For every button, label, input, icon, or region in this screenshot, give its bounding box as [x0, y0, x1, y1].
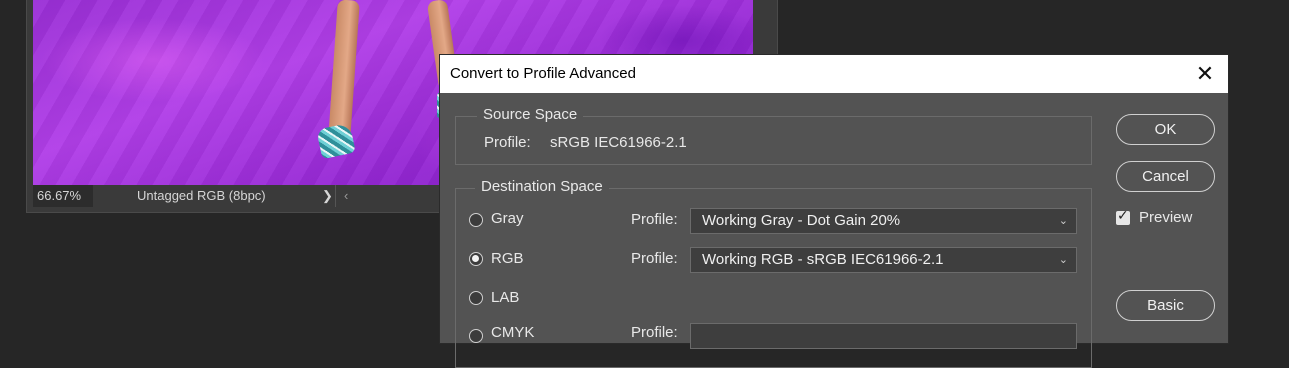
rgb-profile-label: Profile:	[631, 250, 678, 267]
gray-radio-label[interactable]: Gray	[491, 210, 524, 227]
left-leg	[328, 0, 360, 141]
preview-label[interactable]: Preview	[1139, 209, 1192, 226]
gray-profile-select[interactable]: Working Gray - Dot Gain 20% ⌄	[690, 208, 1077, 234]
dialog-title: Convert to Profile Advanced	[450, 65, 636, 82]
cancel-button[interactable]: Cancel	[1116, 161, 1215, 192]
convert-to-profile-dialog: Convert to Profile Advanced ✕ Source Spa…	[439, 54, 1229, 368]
rgb-radio[interactable]	[469, 252, 483, 266]
basic-button[interactable]: Basic	[1116, 290, 1215, 321]
rgb-profile-select[interactable]: Working RGB - sRGB IEC61966-2.1 ⌄	[690, 247, 1077, 273]
cmyk-profile-label: Profile:	[631, 324, 678, 341]
scroll-left-icon[interactable]: ‹	[344, 185, 348, 207]
gray-profile-label: Profile:	[631, 211, 678, 228]
dialog-title-bar: Convert to Profile Advanced ✕	[440, 55, 1228, 93]
gray-radio[interactable]	[469, 213, 483, 227]
chevron-down-icon: ⌄	[1058, 254, 1068, 266]
cmyk-profile-select[interactable]	[690, 323, 1077, 349]
rgb-radio-label[interactable]: RGB	[491, 250, 524, 267]
source-profile-value: sRGB IEC61966-2.1	[550, 134, 687, 151]
source-space-title: Source Space	[477, 106, 584, 123]
lab-radio[interactable]	[469, 291, 483, 305]
cmyk-radio-label[interactable]: CMYK	[491, 324, 534, 341]
status-menu-arrow-icon[interactable]: ❯	[322, 185, 333, 207]
source-space-group: Source Space Profile: sRGB IEC61966-2.1	[455, 106, 1092, 165]
document-profile-status: Untagged RGB (8bpc)	[137, 188, 266, 203]
gray-profile-value: Working Gray - Dot Gain 20%	[702, 212, 901, 229]
ok-button[interactable]: OK	[1116, 114, 1215, 145]
chevron-down-icon: ⌄	[1058, 215, 1068, 227]
zoom-field[interactable]: 66.67%	[33, 185, 93, 207]
destination-space-title: Destination Space	[475, 178, 609, 195]
lab-radio-label[interactable]: LAB	[491, 289, 519, 306]
source-profile-label: Profile:	[484, 134, 531, 151]
preview-checkbox[interactable]	[1116, 208, 1130, 225]
cmyk-radio[interactable]	[469, 329, 483, 343]
rgb-profile-value: Working RGB - sRGB IEC61966-2.1	[702, 251, 944, 268]
close-icon[interactable]: ✕	[1182, 55, 1228, 93]
